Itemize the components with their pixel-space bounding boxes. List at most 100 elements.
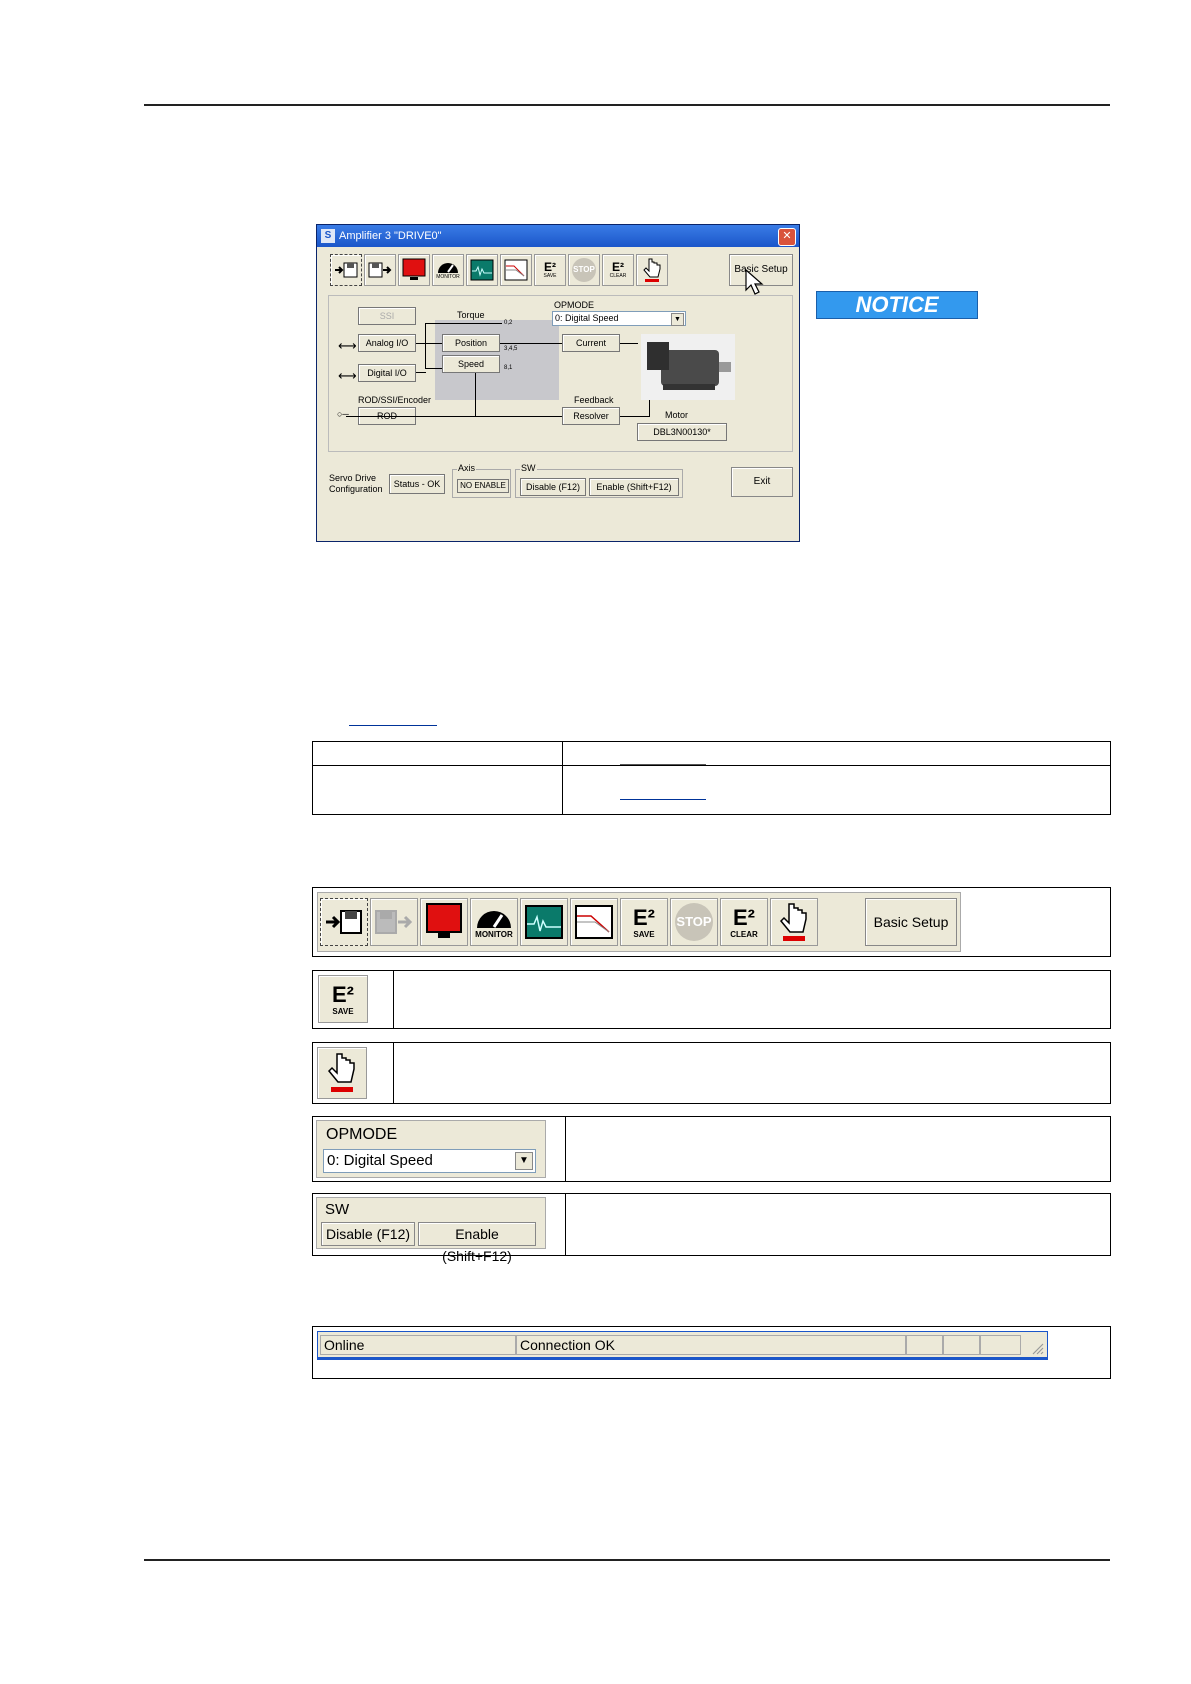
motor-type-button[interactable]: DBL3N00130* xyxy=(637,423,727,441)
feedback-label: Feedback xyxy=(574,395,614,405)
sw-panel: SW Disable (F12) Enable (Shift+F12) xyxy=(316,1197,546,1264)
exit-button[interactable]: Exit xyxy=(731,467,793,497)
e2-clear-icon: E² xyxy=(733,904,755,930)
monitor-button[interactable]: MONITOR xyxy=(470,898,518,946)
close-icon[interactable]: ✕ xyxy=(778,228,796,246)
monitor-button[interactable]: MONITOR xyxy=(432,254,464,286)
bode-plot-icon xyxy=(504,259,528,281)
row-divider xyxy=(393,971,394,1028)
switch-label-top: 0,2 xyxy=(504,320,513,326)
table-cell xyxy=(312,765,563,815)
save-to-disk-button[interactable] xyxy=(370,898,418,946)
table-row xyxy=(312,765,1111,815)
load-from-disk-button[interactable] xyxy=(320,898,368,946)
disable-f12-button[interactable]: Disable (F12) xyxy=(520,478,586,496)
monitor-label: MONITOR xyxy=(436,274,460,280)
resize-grip-icon[interactable] xyxy=(1030,1341,1044,1355)
terminal-screen-icon xyxy=(402,258,426,280)
disable-f12-button[interactable]: Disable (F12) xyxy=(321,1222,415,1246)
speed-button[interactable]: Speed xyxy=(442,355,500,373)
position-button[interactable]: Position xyxy=(442,334,500,352)
enable-shift-f12-button[interactable]: Enable (Shift+F12) xyxy=(418,1222,536,1264)
stop-icon: STOP xyxy=(572,258,596,282)
terminal-button[interactable] xyxy=(420,898,468,946)
save-eeprom-button[interactable]: E² SAVE xyxy=(534,254,566,286)
notice-banner: NOTICE xyxy=(816,291,978,319)
sw-label: SW xyxy=(325,1201,350,1218)
opmode-label: OPMODE xyxy=(326,1126,398,1143)
disk-load-icon xyxy=(335,262,358,278)
oscilloscope-icon xyxy=(470,259,494,281)
wire xyxy=(620,343,638,344)
mouse-cursor-icon xyxy=(745,268,764,295)
bode-plot-button[interactable] xyxy=(500,254,532,286)
switch-label-bottom: 8,1 xyxy=(504,365,513,371)
link-underline[interactable] xyxy=(620,799,706,800)
sw-row: SW Disable (F12) Enable (Shift+F12) xyxy=(312,1193,1111,1264)
save-eeprom-button[interactable]: E² SAVE xyxy=(318,975,368,1023)
resolver-button[interactable]: Resolver xyxy=(562,407,620,425)
hand-pointer-icon xyxy=(779,903,807,941)
app-icon: S xyxy=(321,229,335,243)
header-rule xyxy=(144,104,1110,106)
clear-eeprom-button[interactable]: E² CLEAR xyxy=(602,254,634,286)
wire xyxy=(500,343,562,344)
bode-plot-button[interactable] xyxy=(570,898,618,946)
gauge-icon xyxy=(477,910,511,928)
opmode-select[interactable]: 0: Digital Speed ▼ xyxy=(552,311,686,326)
opmode-label: OPMODE xyxy=(554,300,595,310)
clear-eeprom-button[interactable]: E² CLEAR xyxy=(720,898,768,946)
chevron-down-icon: ▼ xyxy=(671,313,684,326)
oscilloscope-button[interactable] xyxy=(466,254,498,286)
save-eeprom-button[interactable]: E² SAVE xyxy=(620,898,668,946)
window-titlebar: S Amplifier 3 "DRIVE0" ✕ xyxy=(317,225,799,247)
row-divider xyxy=(565,1117,566,1181)
status-button[interactable]: Status - OK xyxy=(389,474,445,494)
axis-status-value: NO ENABLE xyxy=(457,479,509,493)
analog-io-button[interactable]: Analog I/O xyxy=(358,334,416,352)
disable-hand-button[interactable] xyxy=(770,898,818,946)
chevron-down-icon: ▼ xyxy=(515,1152,533,1170)
disable-hand-button[interactable] xyxy=(317,1047,367,1099)
load-from-disk-button[interactable] xyxy=(330,254,362,286)
hand-pointer-icon xyxy=(643,258,661,282)
wire xyxy=(475,373,476,416)
motor-label: Motor xyxy=(665,410,689,420)
configuration-diagram: OPMODE 0: Digital Speed ▼ SSI ⟷ Analog I… xyxy=(328,295,793,452)
basic-setup-button[interactable]: Basic Setup xyxy=(865,898,957,946)
clear-label: CLEAR xyxy=(609,273,627,279)
table-cell xyxy=(562,741,1111,766)
hand-icon-row xyxy=(312,1042,1111,1104)
wire xyxy=(442,323,502,324)
stop-button[interactable]: STOP xyxy=(568,254,600,286)
wire xyxy=(425,323,426,368)
save-label: SAVE xyxy=(543,273,557,279)
stop-button[interactable]: STOP xyxy=(670,898,718,946)
e2-save-icon: E² xyxy=(633,904,655,930)
oscilloscope-button[interactable] xyxy=(520,898,568,946)
status-panel-empty xyxy=(943,1335,980,1355)
digital-io-button[interactable]: Digital I/O xyxy=(358,364,416,382)
opmode-select[interactable]: 0: Digital Speed ▼ xyxy=(323,1149,536,1173)
ssi-button[interactable]: SSI xyxy=(358,307,416,325)
encoder-label: ROD/SSI/Encoder xyxy=(358,395,432,405)
footer-rule xyxy=(144,1559,1110,1561)
link-underline[interactable] xyxy=(349,725,437,726)
axis-label: Axis xyxy=(457,463,477,473)
current-button[interactable]: Current xyxy=(562,334,620,352)
opmode-value: 0: Digital Speed xyxy=(327,1152,433,1169)
status-panel-empty xyxy=(906,1335,943,1355)
disable-hand-button[interactable] xyxy=(636,254,668,286)
disk-save-icon xyxy=(375,910,413,934)
wire xyxy=(346,416,562,417)
status-panel-empty xyxy=(980,1335,1021,1355)
wire xyxy=(425,368,442,369)
connector-icon: ○─ xyxy=(337,409,349,419)
terminal-button[interactable] xyxy=(398,254,430,286)
enable-shift-f12-button[interactable]: Enable (Shift+F12) xyxy=(589,478,679,496)
oscilloscope-icon xyxy=(525,905,563,939)
wire xyxy=(416,372,426,373)
clear-label: CLEAR xyxy=(730,929,758,939)
save-to-disk-button[interactable] xyxy=(364,254,396,286)
wire xyxy=(416,343,442,344)
